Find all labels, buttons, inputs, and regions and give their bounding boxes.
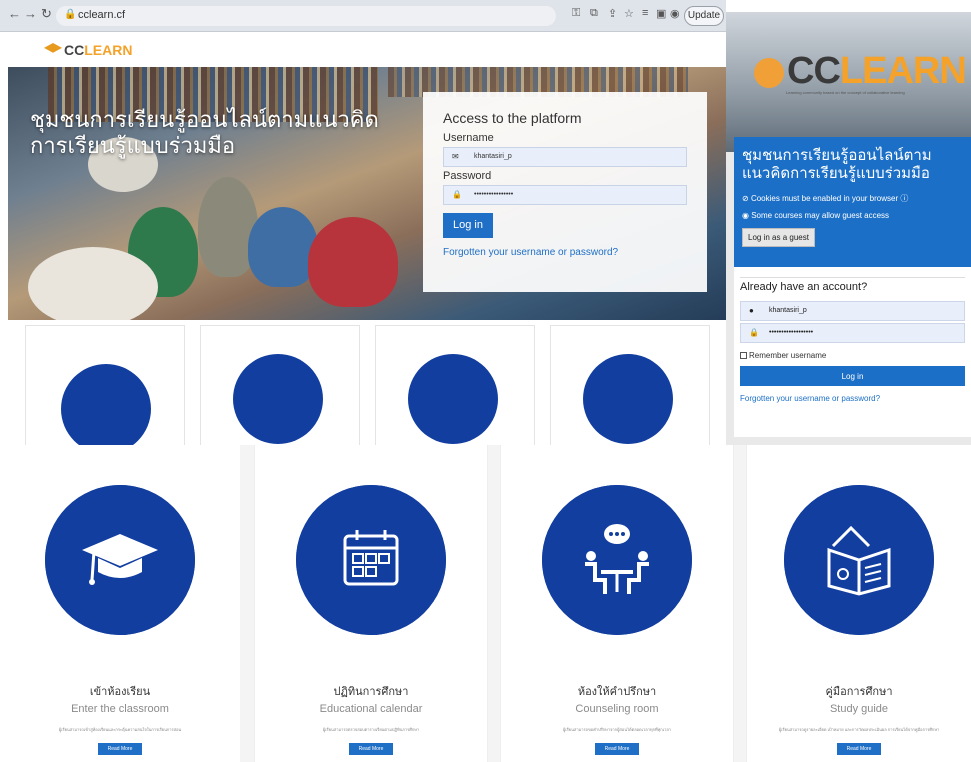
hero-banner: ชุมชนการเรียนรู้ออนไลน์ตามแนวคิดการเรียน… [8,67,726,327]
star-icon[interactable]: ☆ [624,7,634,20]
counseling-icon [585,524,649,594]
forward-icon[interactable]: → [24,6,37,21]
read-more-button[interactable]: Read More [349,743,393,755]
graduation-cap-icon [82,534,158,585]
site-header: CC LEARN [0,32,726,67]
mobile-username-field[interactable]: ● khantasiri_p [740,301,965,321]
mobile-login-form: Already have an account? ● khantasiri_p … [734,267,971,437]
student-figure [308,217,398,307]
help-icon[interactable]: ⓘ [900,194,908,203]
login-title: Access to the platform [443,110,582,126]
feature-cards-preview [0,320,726,445]
card-preview [375,325,535,445]
card-title-thai: เข้าห้องเรียน [89,686,151,698]
lock-icon: 🔒 [64,9,77,20]
mobile-tagline: Learning community based on the concept … [786,90,905,95]
hero-title: ชุมชนการเรียนรู้ออนไลน์ตามแนวคิดการเรียน… [30,107,379,158]
study-guide-icon [583,354,673,444]
study-guide-icon [827,525,891,596]
card-title-en: Study guide [829,703,889,715]
badge [45,485,195,635]
key-icon[interactable]: ⚿ [572,7,580,20]
lock-icon: 🔒 [452,190,462,199]
browser-toolbar: ← → ↻ 🔒 cclearn.cf ⚿ ⧉ ⇪ ☆ ≡ ▣ ◉ Update [0,0,726,32]
forgot-password-link[interactable]: Forgotten your username or password? [443,247,687,258]
login-panel: Access to the platform Username ✉ khanta… [423,92,707,292]
mobile-forgot-link[interactable]: Forgotten your username or password? [740,394,965,403]
read-more-button[interactable]: Read More [98,743,142,755]
card-title-thai: คู่มือการศึกษา [825,686,893,698]
card-title-thai: ปฏิทินการศึกษา [333,686,409,698]
card-description: ผู้เรียนสามารถขอคำปรึกษาจากผู้สอนได้ตลอด… [562,727,672,732]
card-counseling[interactable]: ห้องให้คำปรึกษา Counseling room ผู้เรียน… [500,445,734,762]
account-heading: Already have an account? [740,277,965,293]
username-label: Username [443,132,494,144]
card-preview [25,325,185,445]
badge [542,485,692,635]
update-button[interactable]: Update [684,6,724,26]
remember-checkbox[interactable]: Remember username [740,351,965,360]
reading-list-icon[interactable]: ≡ [642,7,648,19]
checkbox-icon[interactable] [740,352,747,359]
card-preview [200,325,360,445]
url-text: cclearn.cf [78,9,126,21]
guest-login-button[interactable]: Log in as a guest [742,228,815,247]
back-icon[interactable]: ← [8,6,21,21]
stool-image [28,247,158,327]
envelope-icon: ✉ [452,152,459,161]
lock-icon: 🔒 [749,328,759,337]
card-title-en: Educational calendar [319,703,423,715]
login-button[interactable]: Log in [443,213,493,238]
mobile-logo: CCLEARN [754,50,967,93]
calendar-icon [233,354,323,444]
sidebar-icon[interactable]: ▣ [656,7,666,20]
username-field[interactable]: ✉ khantasiri_p [443,147,687,167]
user-circle-icon: ◉ [742,211,752,220]
mobile-password-field[interactable]: 🔒 •••••••••••••••••• [740,323,965,343]
mobile-title: ชุมชนการเรียนรู้ออนไลน์ตามแนวคิดการเรียน… [742,147,932,182]
card-preview [550,325,710,445]
card-classroom[interactable]: เข้าห้องเรียน Enter the classroom ผู้เรี… [0,445,240,762]
password-field[interactable]: 🔒 •••••••••••••••• [443,185,687,205]
card-description: ผู้เรียนสามารถดูรายละเอียด เป้าหมาย และก… [778,727,940,732]
reload-icon[interactable]: ↻ [41,6,52,22]
read-more-button[interactable]: Read More [837,743,881,755]
site-logo[interactable]: CC LEARN [44,42,132,58]
address-bar[interactable]: 🔒 cclearn.cf [56,6,556,26]
card-title-thai: ห้องให้คำปรึกษา [577,686,657,698]
counseling-icon [408,354,498,444]
calendar-icon [343,530,399,586]
logo-cap-icon [44,43,62,53]
guest-note: ◉ Some courses may allow guest access [742,211,890,220]
mobile-login-view: CCLEARN Learning community based on the … [726,12,971,445]
mobile-welcome-panel: ชุมชนการเรียนรู้ออนไลน์ตามแนวคิดการเรียน… [734,137,971,267]
user-icon: ● [749,306,754,315]
badge [784,485,934,635]
card-title-en: Enter the classroom [71,703,169,715]
read-more-button[interactable]: Read More [595,743,639,755]
card-study-guide[interactable]: คู่มือการศึกษา Study guide ผู้เรียนสามาร… [746,445,971,762]
card-title-en: Counseling room [575,703,659,715]
mobile-login-button[interactable]: Log in [740,366,965,386]
card-description: ผู้เรียนสามารถเข้าสู่ห้องเรียนและกระตุ้น… [58,727,182,732]
badge [296,485,446,635]
check-circle-icon: ⊘ [742,194,751,203]
card-calendar[interactable]: ปฏิทินการศึกษา Educational calendar ผู้เ… [254,445,488,762]
password-label: Password [443,170,492,182]
logo-people-icon [754,57,784,88]
profile-icon[interactable]: ◉ [670,7,680,20]
translate-icon[interactable]: ⧉ [590,7,598,20]
feature-cards: เข้าห้องเรียน Enter the classroom ผู้เรี… [0,445,971,762]
cookies-note: ⊘ Cookies must be enabled in your browse… [742,194,909,203]
card-description: ผู้เรียนสามารถตรวจสอบตารางเรียนตามปฏิทิน… [322,727,420,732]
share-icon[interactable]: ⇪ [608,7,617,20]
graduation-cap-icon [61,364,151,445]
